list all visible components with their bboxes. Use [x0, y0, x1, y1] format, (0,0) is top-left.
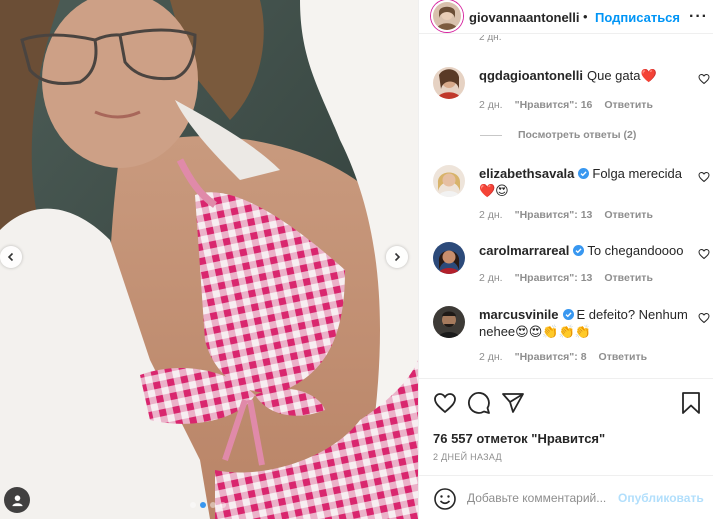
heart-icon[interactable] [698, 312, 710, 324]
heart-icon[interactable] [698, 171, 710, 183]
reply-button[interactable]: Ответить [604, 99, 653, 111]
view-replies-label: Посмотреть ответы (2) [518, 129, 637, 141]
comment-meta: 2 дн. "Нравится": 13 Ответить [479, 209, 653, 221]
carousel-dot [210, 502, 216, 508]
comment-meta: 2 дн. "Нравится": 8 Ответить [479, 351, 647, 363]
comment-likes[interactable]: "Нравится": 8 [515, 351, 587, 363]
heart-icon[interactable] [698, 73, 710, 85]
comment-time[interactable]: 2 дн. [479, 99, 503, 111]
follow-button[interactable]: Подписаться [595, 10, 680, 25]
commenter-avatar[interactable] [433, 67, 465, 99]
like-heart-icon[interactable] [433, 391, 457, 415]
comment-username[interactable]: marcusvinile [479, 307, 559, 322]
comment-username[interactable]: elizabethsavala [479, 166, 574, 181]
verified-badge-icon [578, 168, 590, 179]
comment-meta: 2 дн. "Нравится": 13 Ответить [479, 272, 653, 284]
emoji-icon[interactable] [433, 487, 457, 511]
reply-button[interactable]: Ответить [604, 209, 653, 221]
tagged-users-button[interactable] [4, 487, 30, 513]
next-photo-button[interactable] [386, 246, 408, 268]
comment-body: carolmarrareal To chegandoooo [479, 242, 689, 259]
comment-username[interactable]: carolmarrareal [479, 243, 569, 258]
commenter-avatar[interactable] [433, 242, 465, 274]
user-tag-icon [11, 494, 23, 506]
comment-meta: 2 дн. "Нравится": 16 Ответить [479, 99, 653, 111]
comment-text: Que gata❤️ [587, 68, 657, 83]
verified-badge-icon [573, 245, 585, 256]
header-separator: • [583, 9, 588, 24]
prev-photo-button[interactable] [0, 246, 22, 268]
comment-username[interactable]: qgdagioantonelli [479, 68, 583, 83]
comment-body: marcusvinile E defeito? Nenhum nehee😍😍👏👏👏 [479, 306, 689, 340]
post-dialog: giovannaantonelli • Подписаться ··· 2 дн… [0, 0, 713, 519]
post-header: giovannaantonelli • Подписаться ··· [419, 0, 713, 34]
comments-list[interactable]: 2 дн. qgdagioantonelli Que gata❤️ 2 дн. "… [419, 35, 713, 377]
post-actions: 76 557 отметок "Нравится" 2 ДНЕЙ НАЗАД О… [419, 378, 713, 519]
comment-time[interactable]: 2 дн. [479, 209, 503, 221]
carousel-dot [200, 502, 206, 508]
likes-count[interactable]: 76 557 отметок "Нравится" [433, 431, 605, 446]
comment-composer: Опубликовать [419, 475, 713, 519]
photo-image [0, 0, 418, 519]
commenter-avatar[interactable] [433, 306, 465, 338]
author-username[interactable]: giovannaantonelli [469, 10, 580, 25]
share-icon[interactable] [501, 391, 525, 415]
view-replies-button[interactable]: Посмотреть ответы (2) [480, 129, 636, 141]
truncated-comment-time: 2 дн. [479, 35, 502, 43]
comment-text: To chegandoooo [587, 243, 684, 258]
comment-body: qgdagioantonelli Que gata❤️ [479, 67, 689, 84]
reply-button[interactable]: Ответить [604, 272, 653, 284]
reply-button[interactable]: Ответить [599, 351, 648, 363]
carousel-dot [220, 502, 226, 508]
comment-time[interactable]: 2 дн. [479, 272, 503, 284]
publish-button[interactable]: Опубликовать [618, 491, 704, 505]
post-side-panel: giovannaantonelli • Подписаться ··· 2 дн… [418, 0, 713, 519]
chevron-left-icon [7, 252, 14, 262]
comment-input[interactable] [467, 488, 615, 508]
comment-icon[interactable] [467, 391, 491, 415]
commenter-avatar[interactable] [433, 165, 465, 197]
author-avatar[interactable] [431, 0, 463, 32]
carousel-dot [190, 502, 196, 508]
more-options-button[interactable]: ··· [689, 8, 708, 26]
chevron-right-icon [394, 252, 401, 262]
replies-divider [480, 134, 502, 136]
post-date[interactable]: 2 ДНЕЙ НАЗАД [433, 452, 502, 462]
heart-icon[interactable] [698, 248, 710, 260]
post-photo[interactable] [0, 0, 418, 519]
comment-time[interactable]: 2 дн. [479, 351, 503, 363]
comment-likes[interactable]: "Нравится": 16 [515, 99, 593, 111]
verified-badge-icon [562, 309, 574, 320]
carousel-indicator [190, 502, 226, 508]
comment-likes[interactable]: "Нравится": 13 [515, 209, 593, 221]
bookmark-icon[interactable] [679, 391, 703, 415]
comment-likes[interactable]: "Нравится": 13 [515, 272, 593, 284]
comment-body: elizabethsavala Folga merecida ❤️😍 [479, 165, 689, 199]
